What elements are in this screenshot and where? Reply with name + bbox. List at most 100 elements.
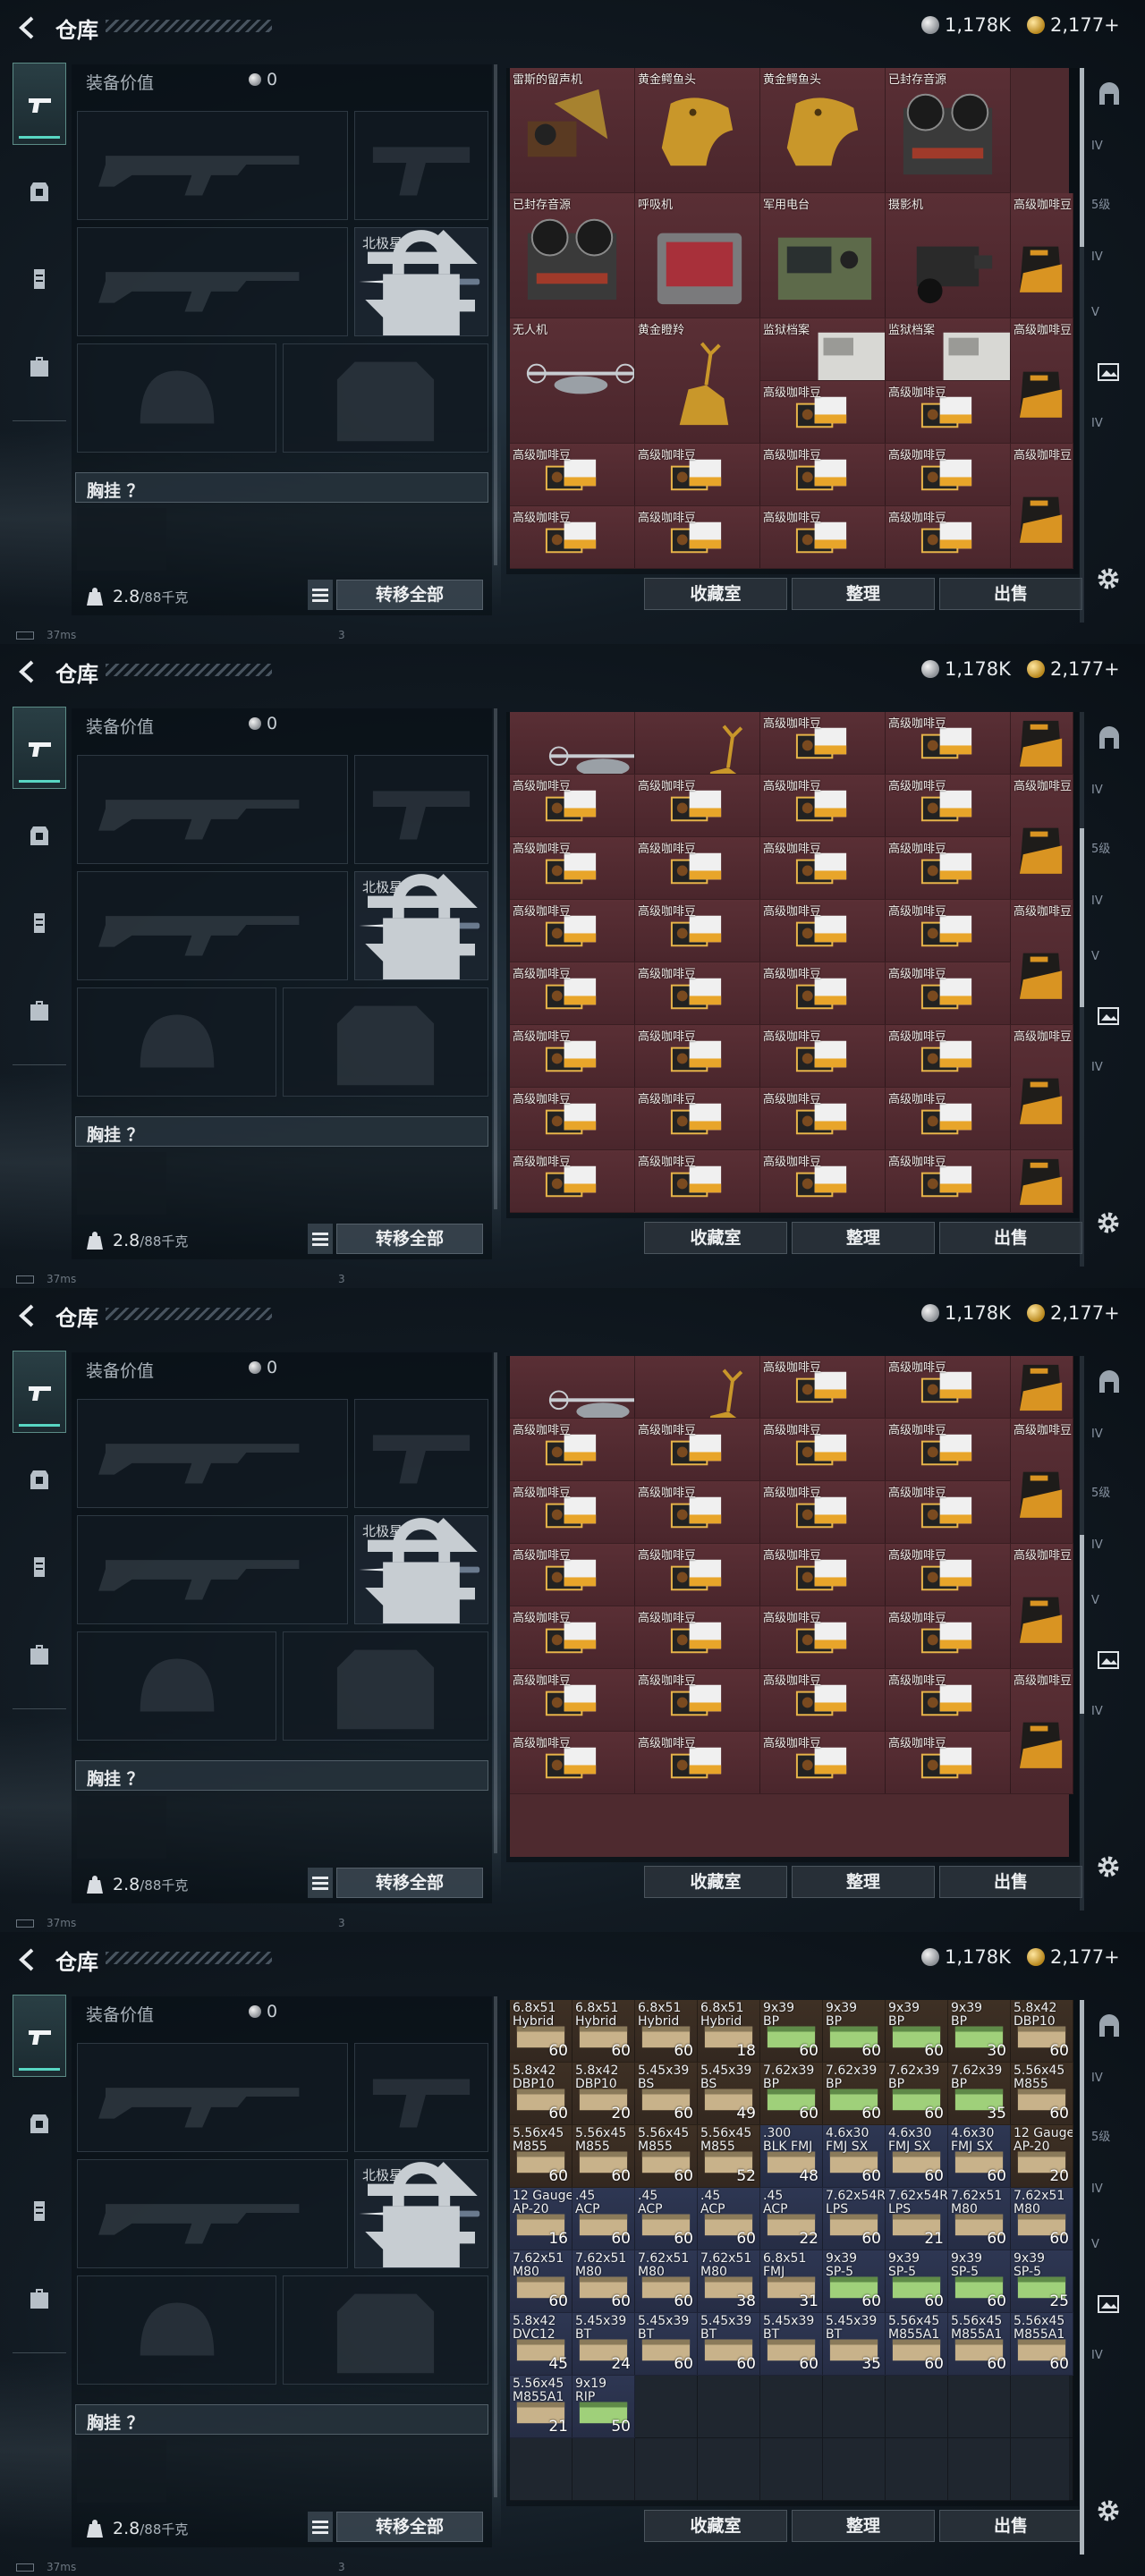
storage-item[interactable]: 5.56x45 M855 60: [572, 2125, 635, 2188]
storage-item[interactable]: 高级咖啡豆: [886, 506, 1011, 569]
tab-storage-3[interactable]: 5级: [1084, 2111, 1134, 2165]
sell-button[interactable]: 出售: [939, 2510, 1082, 2542]
storage-item[interactable]: 摄影机: [886, 193, 1011, 318]
storage-item[interactable]: 6.8x51 Hybrid 60: [635, 2000, 698, 2063]
storage-item[interactable]: 高级咖啡豆: [635, 1088, 760, 1150]
storage-item[interactable]: 高级咖啡豆: [1011, 1544, 1073, 1669]
storage-item[interactable]: 高级咖啡豆: [760, 775, 886, 837]
storage-item[interactable]: 7.62x51 M80 60: [948, 2188, 1011, 2250]
secondary-weapon-slot[interactable]: [77, 227, 348, 336]
tab-storage-2[interactable]: IV: [1084, 767, 1134, 821]
storage-item[interactable]: 高级咖啡豆: [510, 1544, 635, 1606]
tab-storage-2[interactable]: IV: [1084, 123, 1134, 177]
storage-item[interactable]: 高级咖啡豆: [886, 381, 1011, 444]
storage-item[interactable]: 5.8x42 DBP10 60: [1011, 2000, 1073, 2063]
tab-storage-main[interactable]: [1084, 1356, 1134, 1410]
list-view-button[interactable]: [308, 1224, 333, 1254]
storage-item[interactable]: [635, 1356, 760, 1419]
storage-item[interactable]: 高级咖啡豆: [886, 1356, 1011, 1419]
storage-item[interactable]: 5.45x39 BS 60: [635, 2063, 698, 2125]
equipment-scrollbar[interactable]: [494, 64, 497, 565]
sell-button[interactable]: 出售: [939, 578, 1082, 610]
storage-item[interactable]: 高级咖啡豆: [886, 1732, 1011, 1794]
storage-item[interactable]: 高级咖啡豆: [886, 1481, 1011, 1544]
transfer-all-button[interactable]: 转移全部: [336, 580, 483, 610]
storage-item[interactable]: 高级咖啡豆: [635, 1025, 760, 1088]
storage-item[interactable]: 5.45x39 BT 60: [635, 2313, 698, 2376]
transfer-all-button[interactable]: 转移全部: [336, 2512, 483, 2542]
storage-item[interactable]: [1011, 1356, 1073, 1419]
storage-item[interactable]: 5.56x45 M855 60: [1011, 2063, 1073, 2125]
list-view-button[interactable]: [308, 1868, 333, 1898]
storage-item[interactable]: 6.8x51 FMJ 31: [760, 2250, 823, 2313]
storage-item[interactable]: 高级咖啡豆: [886, 837, 1011, 900]
storage-item[interactable]: 5.45x39 BT 60: [760, 2313, 823, 2376]
storage-item[interactable]: 无人机: [510, 318, 635, 444]
tab-storage-gallery[interactable]: [1084, 2277, 1134, 2331]
sort-button[interactable]: 整理: [792, 2510, 935, 2542]
tab-storage-7[interactable]: IV: [1084, 1689, 1134, 1742]
storage-item[interactable]: 4.6x30 FMJ SX 60: [948, 2125, 1011, 2188]
helmet-slot[interactable]: [77, 987, 276, 1097]
chest-rig-header[interactable]: 胸挂 ？: [75, 1760, 488, 1791]
storage-item[interactable]: 高级咖啡豆: [1011, 900, 1073, 1025]
vault-button[interactable]: 收藏室: [644, 1222, 787, 1254]
storage-item[interactable]: 5.45x39 BS 49: [698, 2063, 760, 2125]
sell-button[interactable]: 出售: [939, 1866, 1082, 1898]
nav-rig[interactable]: [13, 2170, 66, 2252]
chest-rig-slot[interactable]: [77, 1796, 166, 1859]
storage-item[interactable]: 高级咖啡豆: [510, 1481, 635, 1544]
storage-item[interactable]: 5.56x45 M855 60: [510, 2125, 572, 2188]
storage-item[interactable]: [1011, 712, 1073, 775]
melee-slot[interactable]: 北极星: [354, 2159, 488, 2268]
nav-rig[interactable]: [13, 1526, 66, 1608]
storage-item[interactable]: 高级咖啡豆: [635, 444, 760, 506]
storage-item[interactable]: 高级咖啡豆: [510, 444, 635, 506]
storage-item[interactable]: 高级咖啡豆: [510, 837, 635, 900]
storage-item[interactable]: 高级咖啡豆: [886, 775, 1011, 837]
storage-item[interactable]: 高级咖啡豆: [1011, 775, 1073, 900]
storage-item[interactable]: 高级咖啡豆: [1011, 1025, 1073, 1150]
storage-item[interactable]: 黄金瞪羚: [635, 318, 760, 444]
storage-item[interactable]: 高级咖啡豆: [760, 1356, 886, 1419]
tab-storage-main[interactable]: [1084, 68, 1134, 122]
tab-storage-2[interactable]: IV: [1084, 2055, 1134, 2109]
storage-item[interactable]: 9x39 BP 60: [823, 2000, 886, 2063]
storage-item[interactable]: 高级咖啡豆: [760, 444, 886, 506]
storage-item[interactable]: 6.8x51 Hybrid 60: [572, 2000, 635, 2063]
primary-weapon-slot[interactable]: [77, 2043, 348, 2152]
storage-item[interactable]: [1011, 1150, 1073, 1213]
nav-weapons[interactable]: [13, 1351, 66, 1433]
storage-item[interactable]: 高级咖啡豆: [510, 1669, 635, 1732]
storage-item[interactable]: 9x39 SP-5 60: [948, 2250, 1011, 2313]
gold-currency[interactable]: 2,177+: [1027, 658, 1120, 680]
helmet-slot[interactable]: [77, 2275, 276, 2385]
storage-item[interactable]: 高级咖啡豆: [886, 1544, 1011, 1606]
storage-item[interactable]: 9x39 SP-5 60: [823, 2250, 886, 2313]
storage-item[interactable]: 高级咖啡豆: [760, 1150, 886, 1213]
storage-item[interactable]: 高级咖啡豆: [886, 444, 1011, 506]
storage-item[interactable]: 高级咖啡豆: [760, 1481, 886, 1544]
equipment-scrollbar[interactable]: [494, 1996, 497, 2497]
storage-item[interactable]: 高级咖啡豆: [886, 1150, 1011, 1213]
nav-weapons[interactable]: [13, 63, 66, 145]
storage-item[interactable]: 高级咖啡豆: [760, 1025, 886, 1088]
sell-button[interactable]: 出售: [939, 1222, 1082, 1254]
storage-item[interactable]: 9x19 RIP 50: [572, 2376, 635, 2438]
storage-item[interactable]: 高级咖啡豆: [1011, 1669, 1073, 1794]
storage-item[interactable]: .300 BLK FMJ 48: [760, 2125, 823, 2188]
storage-item[interactable]: 呼吸机: [635, 193, 760, 318]
nav-helmet[interactable]: [13, 1438, 66, 1521]
list-view-button[interactable]: [308, 580, 333, 610]
storage-item[interactable]: 高级咖啡豆: [635, 900, 760, 962]
storage-item[interactable]: 高级咖啡豆: [635, 1481, 760, 1544]
storage-item[interactable]: 高级咖啡豆: [510, 1606, 635, 1669]
storage-item[interactable]: 12 Gauge AP-20 20: [1011, 2125, 1073, 2188]
list-view-button[interactable]: [308, 2512, 333, 2542]
storage-item[interactable]: 高级咖啡豆: [510, 1150, 635, 1213]
storage-item[interactable]: 高级咖啡豆: [1011, 444, 1073, 569]
storage-item[interactable]: [635, 712, 760, 775]
storage-item[interactable]: 高级咖啡豆: [760, 1419, 886, 1481]
pistol-slot[interactable]: [354, 2043, 488, 2152]
vault-button[interactable]: 收藏室: [644, 2510, 787, 2542]
